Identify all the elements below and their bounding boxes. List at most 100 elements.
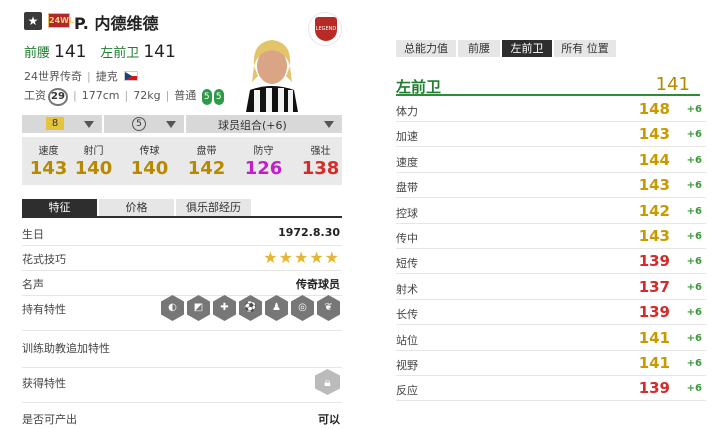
level-badge: 8: [46, 117, 64, 130]
right-foot-icon: 5: [213, 89, 224, 105]
attribute-value: 143: [638, 125, 670, 144]
tab-lm[interactable]: 左前卫: [502, 40, 552, 57]
stat-defending: 防守 126: [237, 137, 290, 179]
salary-label: 工资: [24, 89, 46, 102]
acquired-label: 获得特性: [22, 377, 66, 390]
upgrade-selector[interactable]: 5: [104, 115, 184, 133]
attribute-label: 体力: [396, 105, 418, 118]
attribute-row: 速度 144 +6: [396, 149, 706, 173]
stat-dribbling: 盘带 142: [180, 137, 233, 179]
stat-value: 126: [244, 158, 283, 179]
attribute-label: 传中: [396, 232, 418, 245]
position-ratings: 前腰 141 左前卫 141: [24, 42, 186, 62]
weight-value: 72kg: [133, 89, 161, 102]
attribute-bonus: +6: [686, 383, 702, 395]
attribute-value: 139: [638, 252, 670, 271]
attribute-row: 盘带 143 +6: [396, 174, 706, 199]
attribute-bonus: +6: [686, 104, 702, 115]
attribute-label: 站位: [396, 333, 418, 347]
body-type: 普通: [174, 89, 197, 102]
season-text: 24世界传奇: [24, 70, 82, 83]
tab-club-history[interactable]: 俱乐部经历: [176, 199, 251, 216]
fame-row: 名声 传奇球员: [22, 276, 342, 296]
tab-underline: [22, 216, 342, 218]
producible-value: 可以: [318, 413, 340, 426]
tab-features[interactable]: 特征: [22, 199, 97, 216]
legend-shield-icon: LEGEND: [315, 17, 337, 41]
attribute-row: 反应 139 +6: [396, 377, 706, 402]
position-label: 前腰: [24, 46, 51, 61]
stat-passing: 传球 140: [123, 137, 176, 179]
attribute-bonus: +6: [686, 281, 702, 293]
attribute-bonus: +6: [686, 180, 702, 192]
trait-icon[interactable]: ◎: [291, 295, 314, 321]
acquired-row: 获得特性 🔒︎: [22, 369, 342, 403]
stat-value: 138: [301, 158, 340, 179]
traits-list: ◐ ◩ ✚ ⚽ ♟ ◎ ❦: [158, 295, 340, 321]
trait-icon[interactable]: ⚽: [239, 295, 262, 321]
season-badge: 24WL: [48, 13, 74, 28]
stat-value: 140: [130, 158, 169, 179]
producible-label: 是否可产出: [22, 413, 77, 426]
tab-all-positions[interactable]: 所有 位置: [554, 40, 616, 57]
attribute-label: 短传: [396, 257, 418, 271]
chevron-down-icon: [84, 121, 94, 128]
trait-icon[interactable]: ◩: [187, 295, 210, 321]
skill-stars: ★★★★★: [263, 248, 340, 267]
fame-label: 名声: [22, 278, 44, 291]
position-stats-panel: 总能力值 前腰 左前卫 所有 位置 左前卫 141 体力 148 +6 加速 143 +6…: [380, 0, 720, 429]
position-ovr: 141: [143, 42, 176, 62]
stat-label: 强壮: [310, 146, 331, 157]
stat-label: 防守: [253, 146, 274, 157]
attribute-label: 盘带: [396, 181, 418, 195]
main-stats-bar: 速度 143 射门 140 传球 140 盘带 142 防守 126 强壮 13…: [22, 137, 342, 185]
left-foot-icon: 5: [201, 89, 212, 105]
upgrade-badge: 5: [132, 117, 146, 131]
czech-flag-icon: [123, 71, 138, 81]
attribute-label: 长传: [396, 308, 418, 322]
stat-label: 射门: [83, 146, 104, 157]
stat-physical: 强壮 138: [294, 137, 347, 179]
player-info-panel: ★ 24WL P. 内德维德 LEGEND 前腰 141 左前卫 141 24世界传…: [0, 0, 360, 429]
attribute-value: 137: [638, 277, 670, 296]
tab-price[interactable]: 价格: [99, 199, 174, 216]
position-ovr: 141: [655, 74, 690, 95]
level-selector[interactable]: 8: [22, 115, 102, 133]
attribute-bonus: +6: [686, 205, 702, 217]
trait-icon[interactable]: ✚: [213, 295, 236, 321]
skill-row: 花式技巧 ★★★★★: [22, 248, 342, 271]
nation-text: 捷克: [95, 70, 118, 83]
attribute-row: 站位 141 +6: [396, 327, 706, 351]
stat-label: 传球: [139, 146, 160, 157]
birthday-value: 1972.8.30: [278, 226, 340, 239]
birthday-label: 生日: [22, 228, 44, 241]
salary-value: 29: [48, 88, 68, 106]
attribute-label: 速度: [396, 155, 418, 169]
attribute-row: 视野 141 +6: [396, 352, 706, 376]
lock-icon[interactable]: 🔒︎: [315, 369, 340, 395]
position-name: 左前卫: [396, 78, 442, 96]
favorite-star-icon[interactable]: ★: [24, 12, 42, 30]
attribute-value: 143: [638, 227, 670, 245]
attribute-label: 视野: [396, 359, 418, 372]
player-name: P. 内德维德: [74, 14, 159, 33]
attribute-value: 144: [638, 150, 670, 169]
stat-shooting: 射门 140: [67, 137, 120, 179]
attribute-label: 射术: [396, 282, 418, 296]
stat-label: 盘带: [196, 146, 217, 157]
tab-cam[interactable]: 前腰: [458, 40, 500, 57]
attribute-bonus: +6: [686, 307, 702, 319]
traits-label: 持有特性: [22, 303, 66, 316]
trait-icon[interactable]: ❦: [317, 295, 340, 321]
trait-icon[interactable]: ◐: [161, 295, 184, 321]
attribute-bonus: +6: [686, 358, 702, 369]
producible-row: 是否可产出 可以: [22, 411, 342, 429]
position-header: 左前卫 141: [396, 74, 700, 96]
attribute-bonus: +6: [686, 129, 702, 141]
trait-icon[interactable]: ♟: [265, 295, 288, 321]
attribute-value: 139: [638, 303, 670, 322]
team-chem-selector[interactable]: 球员组合(+6): [186, 115, 342, 133]
attribute-row: 传中 143 +6: [396, 225, 706, 249]
tab-overall[interactable]: 总能力值: [396, 40, 456, 57]
physical-info-line: 工资 29 | 177cm | 72kg | 普通 55: [24, 87, 224, 106]
